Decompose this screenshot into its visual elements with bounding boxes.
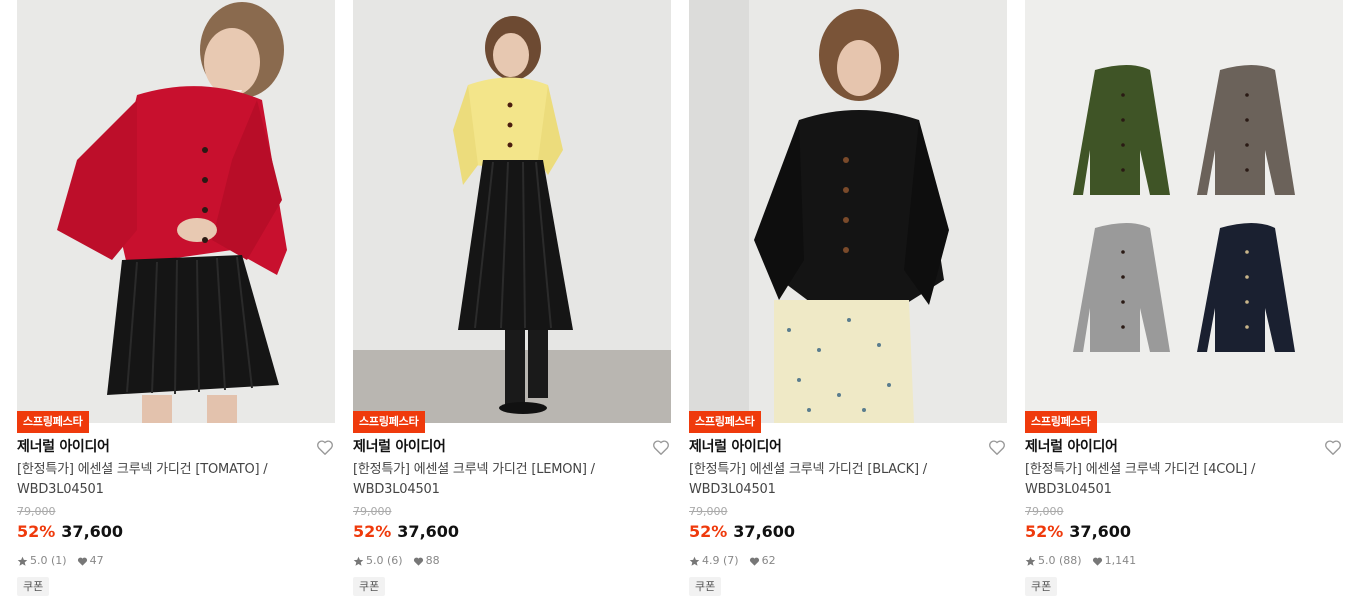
discount-rate: 52% <box>17 522 56 541</box>
product-name-line1: [한정특가] 에센셜 크루넥 가디건 [LEMON] / <box>353 462 595 477</box>
star-icon <box>17 556 28 567</box>
review-meta: 4.9 (7) 62 <box>689 553 776 569</box>
heart-filled-icon <box>413 556 424 567</box>
star-icon <box>1025 556 1036 567</box>
brand-name[interactable]: 제너럴 아이디어 <box>1025 437 1118 457</box>
product-image[interactable] <box>353 0 671 423</box>
like-count: 47 <box>89 554 104 567</box>
brand-name[interactable]: 제너럴 아이디어 <box>689 437 782 457</box>
product-name[interactable]: [한정특가] 에센셜 크루넥 가디건 [BLACK] / WBD3L04501 <box>689 460 989 500</box>
product-name-line2: WBD3L04501 <box>353 482 440 497</box>
star-icon <box>353 556 364 567</box>
price-row: 52% 37,600 <box>1025 521 1131 543</box>
promo-badge: 스프링페스타 <box>17 411 89 433</box>
like-count: 62 <box>761 554 776 567</box>
model-black-cardigan-image <box>689 0 1007 423</box>
original-price: 79,000 <box>17 505 56 518</box>
product-name-line2: WBD3L04501 <box>689 482 776 497</box>
brand-name[interactable]: 제너럴 아이디어 <box>17 437 110 457</box>
coupon-tag: 쿠폰 <box>1025 577 1058 596</box>
product-image[interactable] <box>1025 0 1343 423</box>
rating-text: 4.9 (7) <box>702 554 739 567</box>
product-image[interactable] <box>17 0 335 423</box>
like-count: 88 <box>425 554 440 567</box>
heart-filled-icon <box>749 556 760 567</box>
promo-badge: 스프링페스타 <box>689 411 761 433</box>
rating-text: 5.0 (6) <box>366 554 403 567</box>
heart-filled-icon <box>77 556 88 567</box>
coupon-tag: 쿠폰 <box>689 577 722 596</box>
product-card[interactable]: 스프링페스타 제너럴 아이디어 [한정특가] 에센셜 크루넥 가디건 [BLAC… <box>689 0 1007 596</box>
brand-name[interactable]: 제너럴 아이디어 <box>353 437 446 457</box>
product-name[interactable]: [한정특가] 에센셜 크루넥 가디건 [4COL] / WBD3L04501 <box>1025 460 1325 500</box>
product-name-line1: [한정특가] 에센셜 크루넥 가디건 [BLACK] / <box>689 462 927 477</box>
product-name-line2: WBD3L04501 <box>1025 482 1112 497</box>
product-card[interactable]: 스프링페스타 제너럴 아이디어 [한정특가] 에센셜 크루넥 가디건 [TOMA… <box>17 0 335 596</box>
like-count: 1,141 <box>1104 554 1137 567</box>
sale-price: 37,600 <box>733 522 796 541</box>
discount-rate: 52% <box>353 522 392 541</box>
original-price: 79,000 <box>689 505 728 518</box>
star-icon <box>689 556 700 567</box>
four-color-flatlay-image <box>1025 0 1343 423</box>
heart-outline-icon[interactable] <box>1324 439 1342 456</box>
review-meta: 5.0 (88) 1,141 <box>1025 553 1136 569</box>
coupon-tag: 쿠폰 <box>17 577 50 596</box>
original-price: 79,000 <box>1025 505 1064 518</box>
heart-outline-icon[interactable] <box>652 439 670 456</box>
discount-rate: 52% <box>1025 522 1064 541</box>
heart-filled-icon <box>1092 556 1103 567</box>
rating-text: 5.0 (1) <box>30 554 67 567</box>
product-name-line2: WBD3L04501 <box>17 482 104 497</box>
product-image[interactable] <box>689 0 1007 423</box>
product-card[interactable]: 스프링페스타 제너럴 아이디어 [한정특가] 에센셜 크루넥 가디건 [4COL… <box>1025 0 1343 596</box>
sale-price: 37,600 <box>397 522 460 541</box>
coupon-tag: 쿠폰 <box>353 577 386 596</box>
sale-price: 37,600 <box>1069 522 1132 541</box>
discount-rate: 52% <box>689 522 728 541</box>
sale-price: 37,600 <box>61 522 124 541</box>
price-row: 52% 37,600 <box>17 521 123 543</box>
heart-outline-icon[interactable] <box>316 439 334 456</box>
product-name[interactable]: [한정특가] 에센셜 크루넥 가디건 [TOMATO] / WBD3L04501 <box>17 460 317 500</box>
price-row: 52% 37,600 <box>689 521 795 543</box>
product-grid: 스프링페스타 제너럴 아이디어 [한정특가] 에센셜 크루넥 가디건 [TOMA… <box>0 0 1346 596</box>
model-red-cardigan-image <box>17 0 335 423</box>
review-meta: 5.0 (1) 47 <box>17 553 104 569</box>
price-row: 52% 37,600 <box>353 521 459 543</box>
product-name[interactable]: [한정특가] 에센셜 크루넥 가디건 [LEMON] / WBD3L04501 <box>353 460 653 500</box>
product-name-line1: [한정특가] 에센셜 크루넥 가디건 [TOMATO] / <box>17 462 268 477</box>
promo-badge: 스프링페스타 <box>1025 411 1097 433</box>
heart-outline-icon[interactable] <box>988 439 1006 456</box>
product-card[interactable]: 스프링페스타 제너럴 아이디어 [한정특가] 에센셜 크루넥 가디건 [LEMO… <box>353 0 671 596</box>
product-name-line1: [한정특가] 에센셜 크루넥 가디건 [4COL] / <box>1025 462 1256 477</box>
model-yellow-cardigan-image <box>353 0 671 423</box>
promo-badge: 스프링페스타 <box>353 411 425 433</box>
original-price: 79,000 <box>353 505 392 518</box>
rating-text: 5.0 (88) <box>1038 554 1082 567</box>
review-meta: 5.0 (6) 88 <box>353 553 440 569</box>
